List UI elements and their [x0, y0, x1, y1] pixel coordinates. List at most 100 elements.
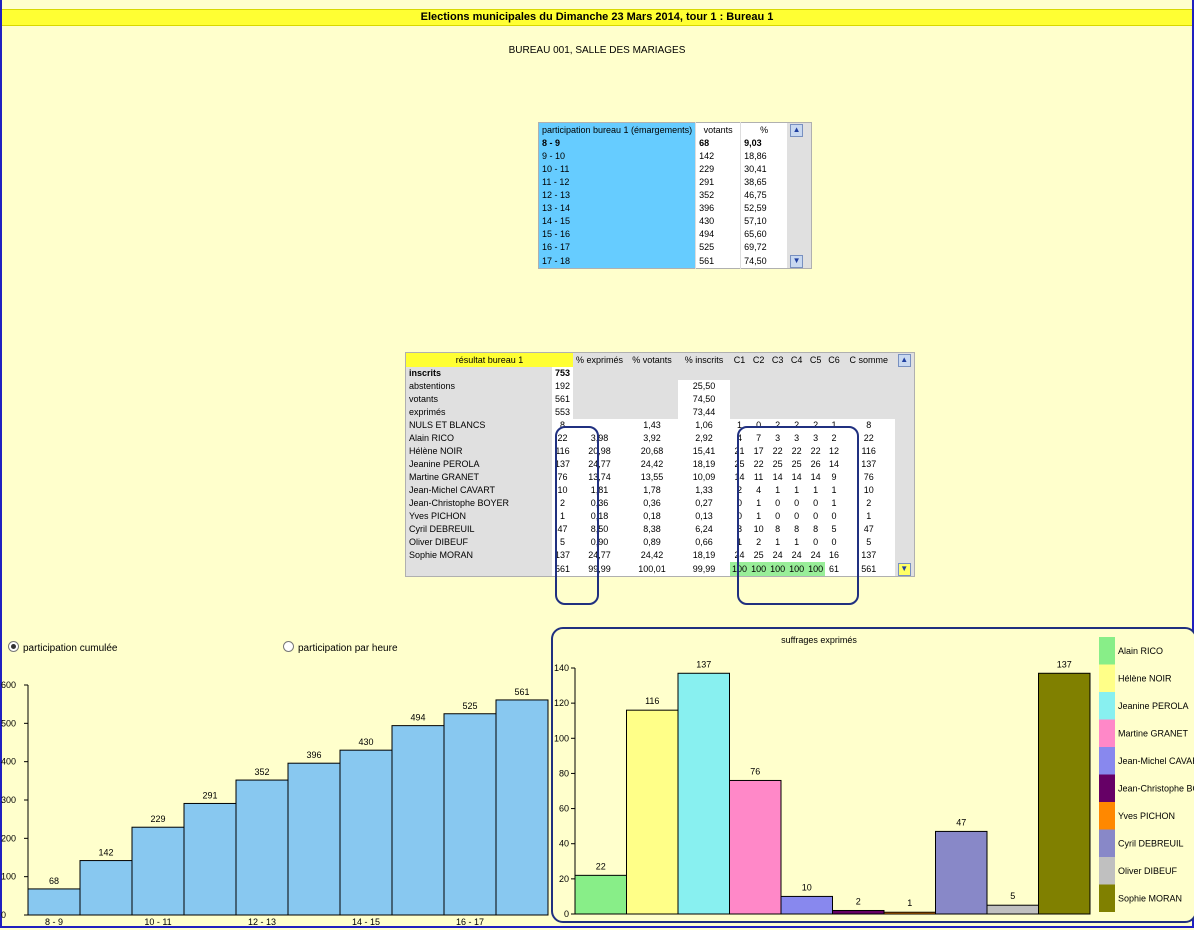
results-cell	[787, 380, 806, 393]
scrollbar-track[interactable]	[787, 176, 812, 189]
bar-value-label: 561	[514, 687, 529, 697]
results-cell: Jean-Michel CAVART	[409, 485, 496, 495]
results-cell	[768, 380, 787, 393]
scrollbar-track[interactable]	[895, 406, 915, 419]
results-header-cell: C6	[828, 354, 840, 365]
bar-value-label: 430	[358, 737, 373, 747]
radio-hourly-label: participation par heure	[298, 643, 398, 654]
results-scrollbar[interactable]: ▲	[895, 353, 915, 367]
results-total-cell: 100,01	[626, 562, 679, 577]
scrollbar-track[interactable]	[787, 202, 812, 215]
y-tick-label: 0	[1, 910, 6, 920]
scrollbar-track[interactable]	[895, 523, 915, 536]
participation-cell: 69,72	[740, 241, 788, 254]
results-cell: 3,92	[626, 432, 679, 445]
results-cell: 24,42	[626, 458, 679, 471]
results-cell	[730, 406, 749, 419]
scrollbar-track[interactable]	[895, 510, 915, 523]
participation-bar	[235, 779, 289, 916]
results-row: inscrits 753	[406, 367, 915, 380]
radio-hourly-indicator[interactable]	[283, 641, 294, 652]
scroll-down-icon[interactable]: ▼	[897, 563, 911, 576]
candidate-bar	[626, 709, 679, 915]
legend-swatch	[1099, 747, 1115, 775]
scroll-down-icon[interactable]: ▼	[790, 255, 804, 268]
scrollbar-track[interactable]	[895, 471, 915, 484]
scroll-up-icon[interactable]: ▲	[897, 354, 911, 367]
results-cell	[825, 380, 843, 393]
scrollbar-track[interactable]	[895, 380, 915, 393]
participation-cell: 74,50	[740, 254, 788, 269]
results-cell	[573, 406, 626, 419]
participation-header-cell: participation bureau 1 (émargements)	[538, 122, 696, 137]
scrollbar-track[interactable]	[895, 432, 915, 445]
results-cell: 0,18	[626, 510, 679, 523]
bar-value-label: 68	[49, 876, 59, 886]
results-row: exprimés 553 73,44	[406, 406, 915, 419]
scrollbar-track[interactable]	[787, 241, 812, 254]
participation-bar	[339, 749, 393, 916]
results-cell: 10,09	[678, 471, 731, 484]
participation-scrollbar[interactable]: ▲	[787, 123, 812, 137]
participation-row: 13 - 14 396 52,59	[538, 202, 812, 215]
candidate-bar	[729, 779, 782, 915]
results-header-cell: % inscrits	[684, 354, 724, 365]
results-cell: 15,41	[678, 445, 731, 458]
y-tick-label: 80	[559, 768, 569, 778]
legend-swatch	[1099, 637, 1115, 665]
participation-cell: 11 - 12	[538, 176, 696, 189]
scrollbar-track[interactable]	[895, 393, 915, 406]
results-cell: inscrits	[409, 368, 442, 378]
results-cell	[749, 406, 768, 419]
participation-cell: 494	[695, 228, 741, 241]
participation-cell: 9 - 10	[538, 150, 696, 163]
radio-hourly[interactable]: participation par heure	[283, 641, 398, 654]
legend-label: Yves PICHON	[1118, 811, 1175, 821]
scrollbar-track[interactable]	[895, 445, 915, 458]
x-tick-label: 16 - 17	[456, 917, 484, 927]
y-tick-label: 140	[554, 663, 569, 673]
results-cell: Jeanine PEROLA	[409, 459, 480, 469]
participation-cell: 30,41	[740, 163, 788, 176]
participation-header-row: participation bureau 1 (émargements) vota…	[538, 122, 812, 137]
results-cell	[749, 367, 768, 380]
results-row: abstentions 192 25,50	[406, 380, 915, 393]
results-header-cell: C3	[771, 354, 784, 365]
results-cell: 553	[552, 406, 574, 419]
participation-header-cell: votants	[695, 122, 741, 137]
y-tick-label: 300	[1, 795, 16, 805]
scrollbar-track[interactable]	[787, 150, 812, 163]
scrollbar-track[interactable]	[895, 497, 915, 510]
scrollbar-track[interactable]	[787, 228, 812, 241]
legend-swatch	[1099, 719, 1115, 747]
scrollbar-track[interactable]	[895, 367, 915, 380]
results-cell	[843, 406, 895, 419]
results-cell	[825, 367, 843, 380]
results-cell	[730, 367, 749, 380]
results-header-cell: résultat bureau 1	[405, 352, 574, 367]
scrollbar-track[interactable]: ▼	[787, 254, 812, 269]
participation-cell: 9,03	[740, 137, 788, 150]
candidate-bar	[574, 874, 627, 915]
scrollbar-track[interactable]	[895, 536, 915, 549]
radio-cumulative[interactable]: participation cumulée	[8, 641, 118, 654]
scroll-up-icon[interactable]: ▲	[790, 124, 804, 137]
y-tick-label: 20	[559, 874, 569, 884]
candidate-bar	[883, 911, 936, 915]
scrollbar-track[interactable]	[895, 549, 915, 562]
y-tick-label: 200	[1, 833, 16, 843]
results-cell: 753	[552, 367, 574, 380]
radio-cumulative-indicator[interactable]	[8, 641, 19, 652]
scrollbar-track[interactable]	[895, 458, 915, 471]
participation-cell: 352	[695, 189, 741, 202]
scrollbar-track[interactable]	[895, 419, 915, 432]
scrollbar-track[interactable]	[787, 163, 812, 176]
scrollbar-track[interactable]	[787, 137, 812, 150]
results-cell	[843, 367, 895, 380]
scrollbar-track[interactable]	[895, 484, 915, 497]
results-cell	[787, 367, 806, 380]
scrollbar-track[interactable]	[787, 215, 812, 228]
results-scrollbar-bottom[interactable]: ▼	[895, 562, 915, 577]
results-cell	[573, 380, 626, 393]
scrollbar-track[interactable]	[787, 189, 812, 202]
